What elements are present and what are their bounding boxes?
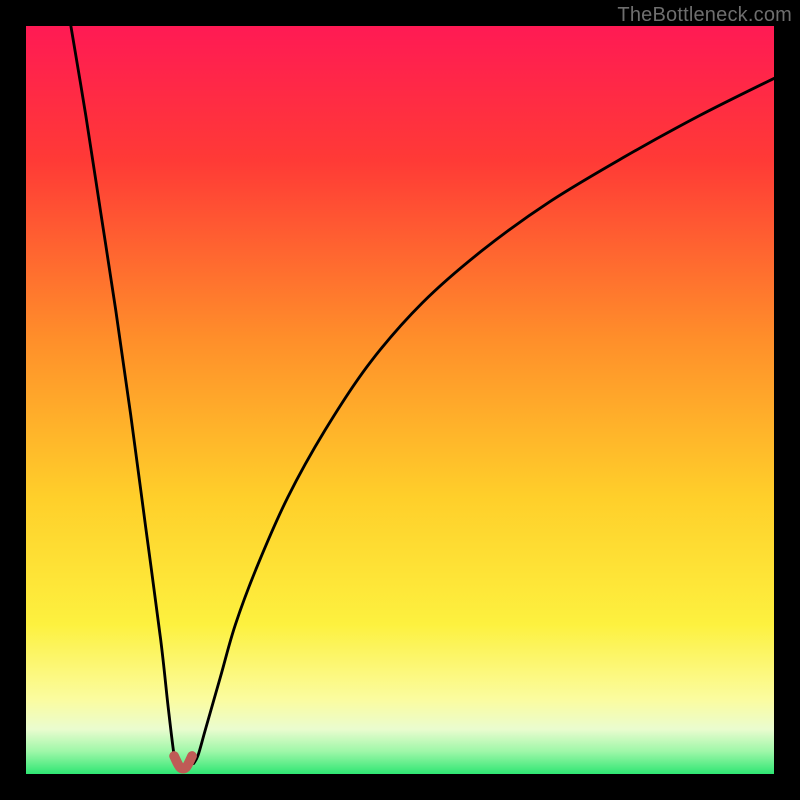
curve-left-branch <box>71 26 177 764</box>
curve-trough-blob <box>174 756 192 769</box>
bottleneck-curve <box>71 26 774 769</box>
chart-frame: TheBottleneck.com <box>0 0 800 800</box>
curve-layer <box>26 26 774 774</box>
curve-right-branch <box>194 78 774 763</box>
plot-area <box>26 26 774 774</box>
watermark-text: TheBottleneck.com <box>617 4 792 27</box>
